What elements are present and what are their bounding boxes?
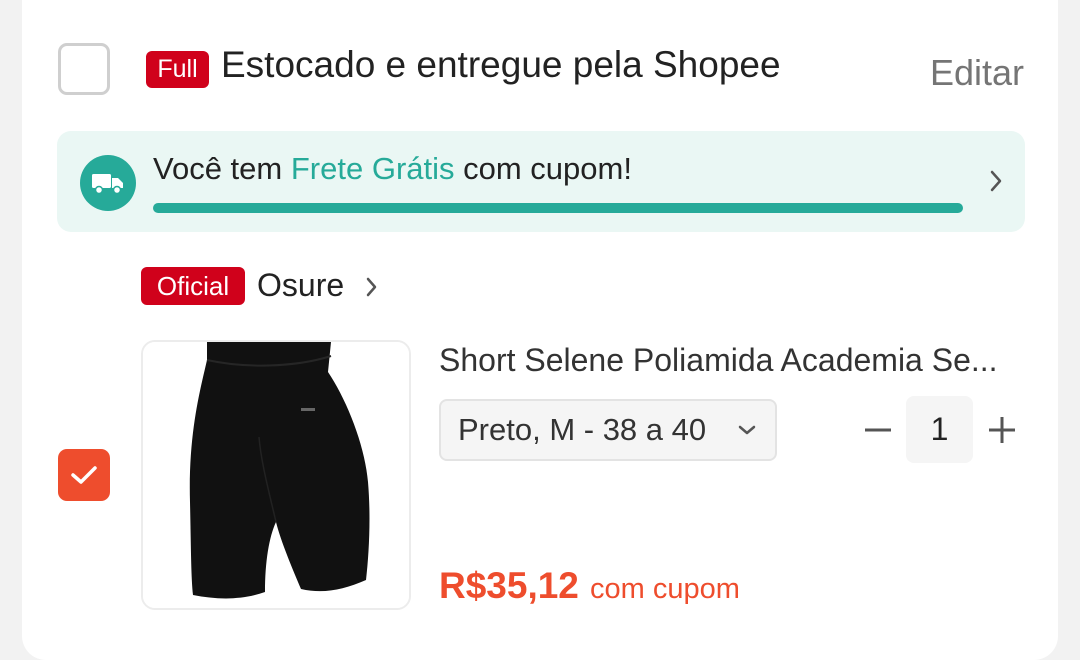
chevron-right-icon[interactable]: [366, 276, 378, 303]
shop-name-link[interactable]: Osure: [257, 267, 344, 304]
quantity-decrease-button[interactable]: [862, 410, 894, 450]
truck-icon: [80, 155, 136, 211]
minus-icon: [865, 428, 891, 432]
official-store-badge: Oficial: [141, 267, 245, 305]
edit-button[interactable]: Editar: [930, 52, 1024, 94]
checkmark-icon: [71, 466, 97, 484]
free-shipping-banner[interactable]: Você tem Frete Grátis com cupom!: [57, 131, 1025, 232]
free-shipping-progress-bar: [153, 203, 963, 213]
group-select-checkbox[interactable]: [58, 43, 110, 95]
product-image[interactable]: [141, 340, 411, 610]
price-coupon-note: com cupom: [590, 573, 740, 605]
chevron-right-icon: [989, 169, 1003, 198]
free-shipping-highlight: Frete Grátis: [290, 151, 455, 186]
product-title[interactable]: Short Selene Poliamida Academia Se...: [439, 342, 1021, 379]
fulfillment-title: Estocado e entregue pela Shopee: [221, 44, 781, 85]
quantity-value[interactable]: 1: [906, 396, 973, 463]
chevron-down-icon: [737, 423, 757, 441]
full-badge: Full: [146, 51, 209, 88]
variant-value: Preto, M - 38 a 40: [458, 412, 707, 447]
free-shipping-text: Você tem Frete Grátis com cupom!: [153, 151, 632, 186]
item-select-checkbox[interactable]: [58, 449, 110, 501]
variant-selector[interactable]: Preto, M - 38 a 40: [439, 399, 777, 461]
item-price: R$35,12: [439, 565, 579, 606]
plus-icon: [989, 417, 1015, 443]
quantity-increase-button[interactable]: [984, 410, 1020, 450]
